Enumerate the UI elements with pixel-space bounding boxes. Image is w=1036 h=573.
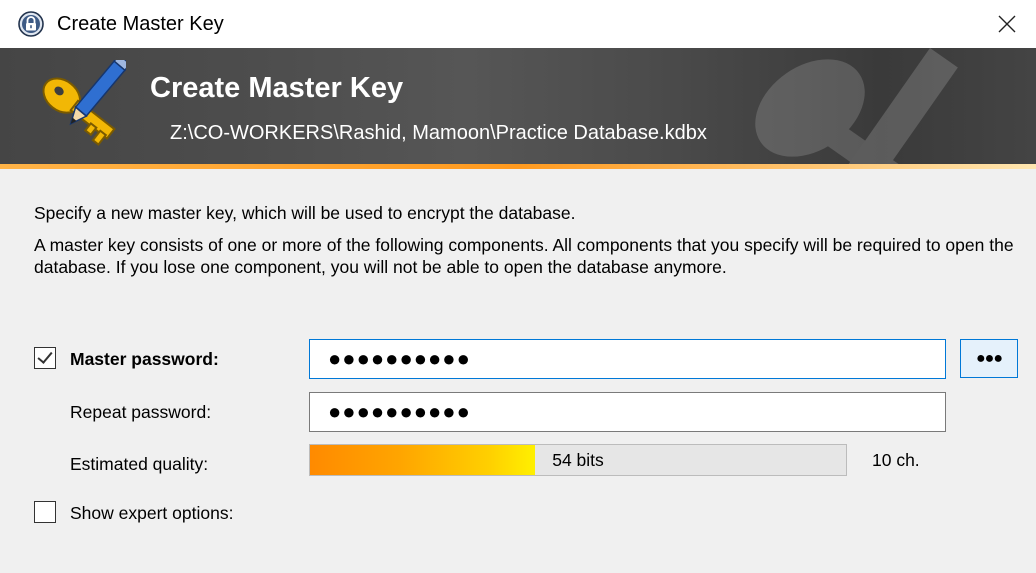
key-pencil-watermark-icon xyxy=(755,48,958,164)
description-text: A master key consists of one or more of … xyxy=(34,235,1014,277)
header-banner: Create Master Key Z:\CO-WORKERS\Rashid, … xyxy=(0,48,1036,164)
close-icon xyxy=(998,15,1016,33)
master-password-input[interactable]: ●●●●●●●●●● xyxy=(309,339,946,379)
close-button[interactable] xyxy=(978,0,1036,48)
key-pencil-icon xyxy=(42,60,126,146)
toggle-dots-label: ●●● xyxy=(976,349,1003,367)
create-master-key-window: Create Master Key Create Master Key Z:\C… xyxy=(0,0,1036,573)
lock-icon xyxy=(18,11,44,37)
window-title: Create Master Key xyxy=(57,13,224,35)
title-bar: Create Master Key xyxy=(0,0,1036,48)
show-expert-options-label: Show expert options: xyxy=(70,503,234,523)
estimated-quality-label: Estimated quality: xyxy=(70,454,209,474)
repeat-password-label: Repeat password: xyxy=(70,402,212,422)
master-password-checkbox[interactable] xyxy=(34,347,56,369)
quality-bits-text: 54 bits xyxy=(552,450,604,470)
show-expert-options-checkbox[interactable] xyxy=(34,501,56,523)
dialog-body: Specify a new master key, which will be … xyxy=(0,169,1036,573)
intro-text: Specify a new master key, which will be … xyxy=(34,203,576,223)
master-password-label: Master password: xyxy=(70,349,219,369)
character-count: 10 ch. xyxy=(872,450,920,470)
repeat-password-input[interactable]: ●●●●●●●●●● xyxy=(309,392,946,432)
show-password-toggle-button[interactable]: ●●● xyxy=(960,339,1018,378)
banner-title: Create Master Key xyxy=(150,72,404,104)
database-path: Z:\CO-WORKERS\Rashid, Mamoon\Practice Da… xyxy=(170,122,707,144)
quality-progress-bar: 54 bits xyxy=(309,444,847,476)
